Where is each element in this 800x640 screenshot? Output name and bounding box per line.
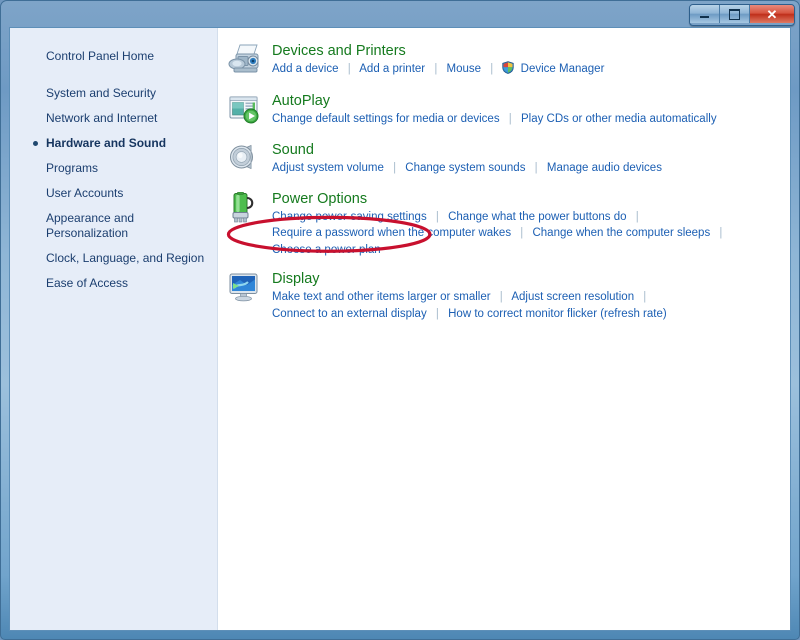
link-adjust-screen-resolution[interactable]: Adjust screen resolution	[511, 291, 634, 303]
category-title[interactable]: Devices and Printers	[272, 43, 790, 60]
category-links-row: Make text and other items larger or smal…	[272, 289, 790, 306]
link-change-when-the-computer-sleeps[interactable]: Change when the computer sleeps	[532, 227, 710, 239]
sidebar-item-appearance-and-personalization[interactable]: Appearance and Personalization	[10, 206, 217, 246]
category-links: Adjust system volume | Change system sou…	[272, 160, 790, 177]
link-how-to-correct-monitor-flicker[interactable]: How to correct monitor flicker (refresh …	[448, 308, 667, 320]
link-change-default-settings-for-media-or-devices[interactable]: Change default settings for media or dev…	[272, 113, 500, 125]
sidebar-item-label: Programs	[46, 161, 98, 175]
link-separator: |	[514, 227, 529, 239]
link-separator: |	[637, 291, 652, 303]
link-separator: |	[387, 162, 402, 174]
link-play-cds-or-other-media-automatically[interactable]: Play CDs or other media automatically	[521, 113, 717, 125]
maximize-button[interactable]	[720, 5, 750, 23]
client-area: Control Panel Home System and Security N…	[9, 27, 791, 631]
sidebar-item-label: Control Panel Home	[46, 49, 154, 63]
link-mouse[interactable]: Mouse	[447, 63, 482, 75]
link-change-power-saving-settings[interactable]: Change power-saving settings	[272, 211, 427, 223]
link-add-a-device[interactable]: Add a device	[272, 63, 339, 75]
maximize-icon	[729, 9, 740, 20]
link-manage-audio-devices[interactable]: Manage audio devices	[547, 162, 662, 174]
link-choose-a-power-plan[interactable]: Choose a power plan	[272, 244, 381, 256]
sidebar-item-label: Network and Internet	[46, 111, 157, 125]
link-connect-to-an-external-display[interactable]: Connect to an external display	[272, 308, 427, 320]
link-separator: |	[529, 162, 544, 174]
link-separator: |	[630, 211, 645, 223]
speaker-icon	[228, 141, 272, 178]
link-change-system-sounds[interactable]: Change system sounds	[405, 162, 525, 174]
battery-icon	[228, 190, 272, 259]
category-links-row: Require a password when the computer wak…	[272, 225, 790, 242]
category-title[interactable]: AutoPlay	[272, 93, 790, 110]
link-separator: |	[494, 291, 509, 303]
category-sound: Sound Adjust system volume | Change syst…	[228, 141, 790, 178]
category-devices-and-printers: Devices and Printers Add a device | Add …	[228, 42, 790, 80]
category-display: Display Make text and other items larger…	[228, 270, 790, 322]
category-links-row: Change power-saving settings | Change wh…	[272, 209, 790, 226]
title-bar: ✕	[1, 1, 800, 27]
sidebar-item-label: User Accounts	[46, 186, 123, 200]
category-links: Change default settings for media or dev…	[272, 111, 790, 128]
sidebar-item-network-and-internet[interactable]: Network and Internet	[10, 106, 217, 131]
link-add-a-printer[interactable]: Add a printer	[359, 63, 425, 75]
content-pane: Devices and Printers Add a device | Add …	[218, 28, 790, 630]
link-require-a-password-when-the-computer-wakes[interactable]: Require a password when the computer wak…	[272, 227, 511, 239]
link-separator: |	[428, 63, 443, 75]
link-separator: |	[484, 63, 499, 75]
sidebar-item-user-accounts[interactable]: User Accounts	[10, 181, 217, 206]
link-change-what-the-power-buttons-do[interactable]: Change what the power buttons do	[448, 211, 626, 223]
link-separator: |	[342, 63, 357, 75]
category-title[interactable]: Display	[272, 271, 790, 288]
sidebar: Control Panel Home System and Security N…	[10, 28, 218, 630]
category-links-row: Choose a power plan	[272, 242, 790, 259]
link-adjust-system-volume[interactable]: Adjust system volume	[272, 162, 384, 174]
category-title[interactable]: Power Options	[272, 191, 790, 208]
sidebar-item-control-panel-home[interactable]: Control Panel Home	[10, 44, 217, 69]
category-title[interactable]: Sound	[272, 142, 790, 159]
window-caption-buttons: ✕	[689, 4, 795, 26]
category-power-options: Power Options Change power-saving settin…	[228, 190, 790, 259]
control-panel-window: ✕ ▼	[0, 0, 800, 640]
category-autoplay: AutoPlay Change default settings for med…	[228, 92, 790, 129]
link-separator: |	[430, 308, 445, 320]
category-links: Change power-saving settings | Change wh…	[272, 209, 790, 259]
uac-shield-icon	[502, 61, 514, 80]
category-links: Add a device | Add a printer | Mouse |	[272, 61, 790, 80]
minimize-icon	[700, 16, 709, 18]
sidebar-item-label: Hardware and Sound	[46, 136, 166, 150]
sidebar-item-label: Appearance and Personalization	[46, 211, 134, 240]
link-device-manager[interactable]: Device Manager	[521, 63, 605, 75]
link-separator: |	[503, 113, 518, 125]
sidebar-item-clock-language-and-region[interactable]: Clock, Language, and Region	[10, 246, 217, 271]
sidebar-item-hardware-and-sound[interactable]: Hardware and Sound	[10, 131, 217, 156]
close-icon: ✕	[767, 8, 778, 21]
autoplay-icon	[228, 92, 272, 129]
printer-camera-icon	[228, 42, 272, 80]
close-button[interactable]: ✕	[750, 5, 794, 23]
link-separator: |	[713, 227, 728, 239]
link-make-text-and-other-items-larger-or-smaller[interactable]: Make text and other items larger or smal…	[272, 291, 491, 303]
sidebar-item-label: System and Security	[46, 86, 156, 100]
category-links: Make text and other items larger or smal…	[272, 289, 790, 322]
minimize-button[interactable]	[690, 5, 720, 23]
category-links-row: Connect to an external display | How to …	[272, 306, 790, 323]
sidebar-item-label: Ease of Access	[46, 276, 128, 290]
sidebar-item-label: Clock, Language, and Region	[46, 251, 204, 265]
sidebar-item-ease-of-access[interactable]: Ease of Access	[10, 271, 217, 296]
sidebar-item-system-and-security[interactable]: System and Security	[10, 81, 217, 106]
sidebar-item-programs[interactable]: Programs	[10, 156, 217, 181]
monitor-icon	[228, 270, 272, 322]
link-separator: |	[430, 211, 445, 223]
